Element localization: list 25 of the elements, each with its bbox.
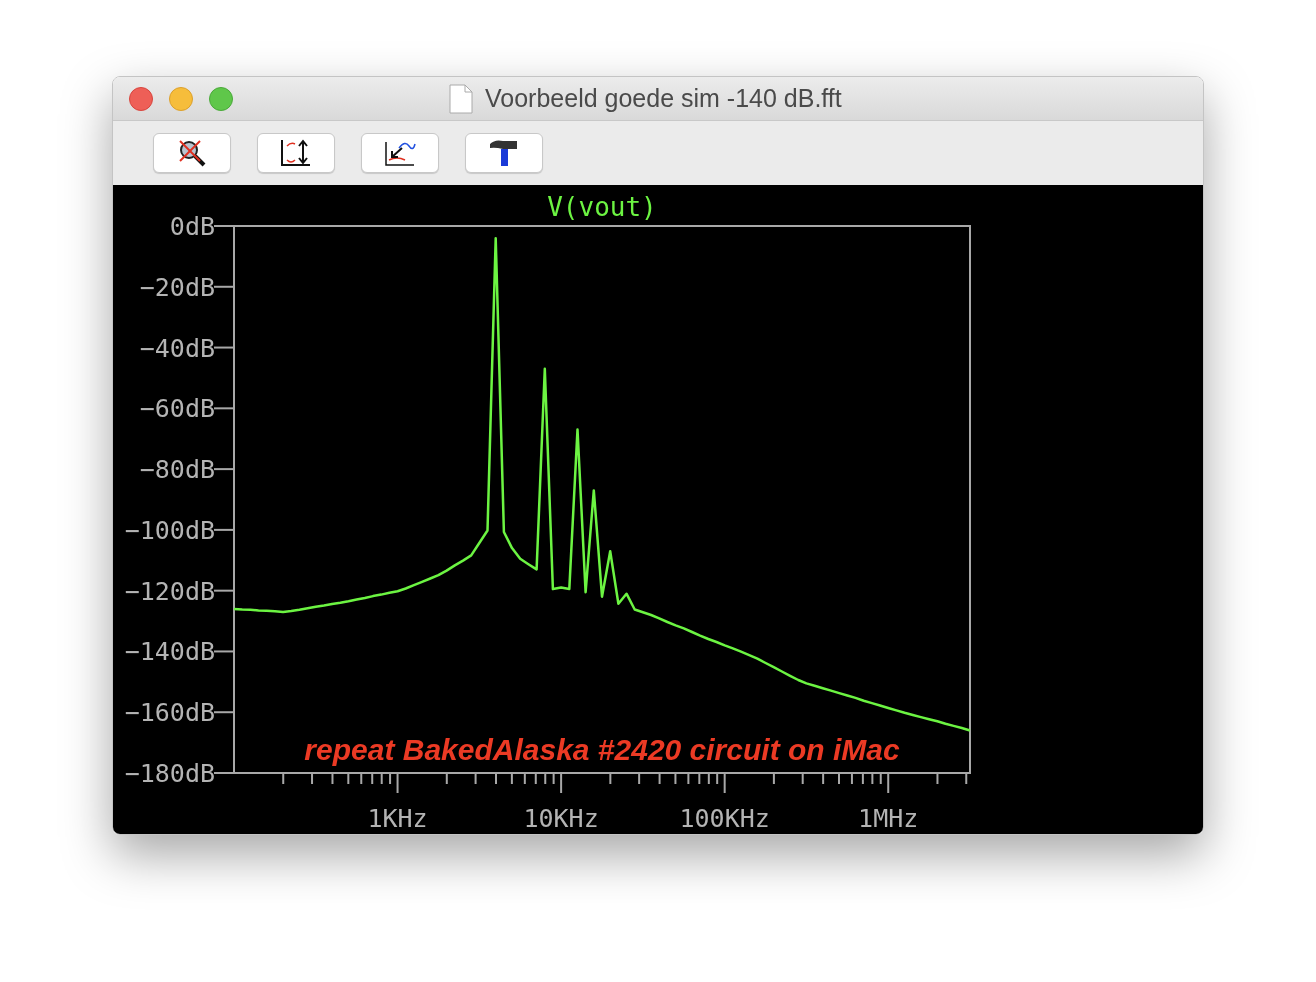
chart-title: V(vout)	[547, 192, 657, 222]
y-tick-label: 0dB	[169, 212, 215, 241]
window-title: Voorbeeld goede sim -140 dB.fft	[485, 82, 842, 114]
x-tick-label: 1KHz	[367, 804, 428, 833]
y-tick-label: −60dB	[139, 394, 215, 424]
x-tick-label: 10KHz	[523, 804, 599, 833]
y-tick-label: −80dB	[139, 455, 215, 485]
toolbar-button[interactable]	[361, 133, 439, 173]
y-tick-label: −100dB	[124, 515, 215, 545]
toolbar-button[interactable]	[465, 133, 543, 173]
chart-annotation: repeat BakedAlaska #2420 circuit on iMac	[304, 733, 900, 766]
document-icon	[449, 83, 473, 114]
y-tick-label: −40dB	[139, 333, 215, 363]
y-tick-label: −180dB	[124, 759, 215, 788]
x-tick-label: 1MHz	[858, 804, 919, 833]
y-tick-label: −120dB	[124, 576, 215, 606]
x-tick-label: 100KHz	[679, 804, 770, 833]
magnifier-crossed-icon	[176, 138, 208, 168]
y-tick-label: −160dB	[124, 698, 215, 728]
toolbar-button[interactable]	[257, 133, 335, 173]
y-tick-label: −20dB	[139, 272, 215, 302]
close-button[interactable]	[129, 86, 153, 111]
y-tick-label: −140dB	[124, 637, 215, 667]
toolbar-button[interactable]	[153, 133, 231, 173]
axis-arrows-icon	[279, 138, 313, 168]
